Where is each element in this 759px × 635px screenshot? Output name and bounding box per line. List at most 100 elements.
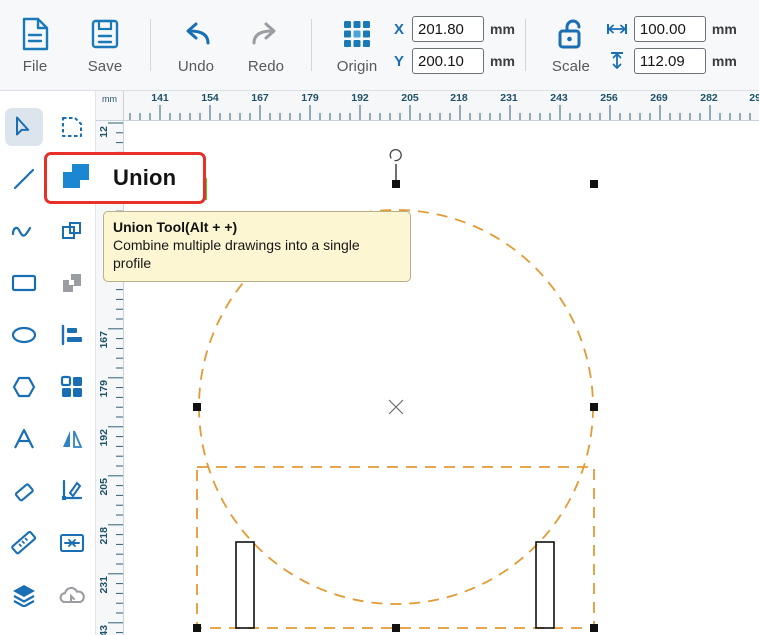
origin-button[interactable]: Origin bbox=[322, 8, 392, 82]
selection-handle[interactable] bbox=[392, 180, 400, 188]
ruler-h-label: 256 bbox=[600, 92, 618, 104]
left-slot-rect[interactable] bbox=[235, 541, 255, 629]
ruler-unit-corner: mm bbox=[96, 91, 124, 121]
subtract-icon bbox=[53, 212, 91, 250]
ruler-h-label: 295 bbox=[749, 92, 759, 104]
tooltip-title: Union Tool(Alt + +) bbox=[113, 219, 238, 235]
sidebar-item-ruler[interactable] bbox=[0, 517, 48, 569]
toolbar-separator-3 bbox=[524, 19, 526, 71]
selection-handle[interactable] bbox=[590, 180, 598, 188]
scale-group: Scale mm bbox=[536, 0, 737, 91]
right-slot-rect[interactable] bbox=[535, 541, 555, 629]
file-group: File Save bbox=[0, 0, 140, 91]
redo-button-label: Redo bbox=[247, 58, 285, 75]
floppy-disk-icon bbox=[90, 15, 120, 53]
origin-group: Origin X mm Y mm bbox=[322, 0, 515, 91]
line-icon bbox=[5, 160, 43, 198]
sidebar-item-polygon[interactable] bbox=[0, 361, 48, 413]
x-axis-label: X bbox=[393, 20, 404, 38]
height-row: mm bbox=[606, 48, 737, 74]
sidebar-item-trace-outline[interactable] bbox=[48, 101, 96, 153]
curve-icon bbox=[5, 212, 43, 250]
x-position-row: X mm bbox=[392, 16, 515, 42]
sidebar-item-layers[interactable] bbox=[0, 569, 48, 621]
sidebar-item-distribute[interactable] bbox=[48, 517, 96, 569]
selection-handle[interactable] bbox=[193, 624, 201, 632]
trace-outline-icon bbox=[53, 108, 91, 146]
cloud-icon bbox=[53, 576, 91, 614]
sidebar-item-line[interactable] bbox=[0, 153, 48, 205]
selection-handle[interactable] bbox=[590, 403, 598, 411]
measure-angle-icon bbox=[53, 472, 91, 510]
y-position-row: Y mm bbox=[392, 48, 515, 74]
union-button[interactable]: Union bbox=[44, 152, 206, 204]
undo-button-label: Undo bbox=[177, 58, 215, 75]
sidebar-item-ellipse[interactable] bbox=[0, 309, 48, 361]
sidebar-item-align[interactable] bbox=[48, 309, 96, 361]
height-unit-label: mm bbox=[711, 53, 737, 69]
ruler-icon bbox=[5, 524, 43, 562]
selection-handle[interactable] bbox=[590, 624, 598, 632]
tooltip-body: Combine multiple drawings into a single … bbox=[113, 237, 360, 271]
undo-arrow-icon bbox=[178, 15, 214, 53]
ruler-v-label: 218 bbox=[98, 527, 110, 545]
y-unit-label: mm bbox=[490, 53, 515, 69]
eraser-icon bbox=[5, 472, 43, 510]
toolbar-separator-1 bbox=[150, 19, 151, 71]
sidebar-item-select[interactable] bbox=[0, 101, 48, 153]
rotate-icon[interactable] bbox=[389, 149, 402, 162]
ruler-v-label: 205 bbox=[98, 478, 110, 496]
origin-button-label: Origin bbox=[336, 58, 378, 75]
ruler-h-label: 269 bbox=[650, 92, 668, 104]
ruler-h-label: 179 bbox=[301, 92, 319, 104]
origin-grid-icon bbox=[342, 15, 372, 53]
redo-arrow-icon bbox=[248, 15, 284, 53]
text-icon bbox=[5, 420, 43, 458]
size-fields: mm mm bbox=[606, 0, 737, 91]
horizontal-ruler[interactable]: 141 154 167 179 192 205 218 231 243 256 269 282 295 bbox=[124, 91, 759, 121]
sidebar-item-subtract[interactable] bbox=[48, 205, 96, 257]
scale-button-label: Scale bbox=[551, 58, 590, 75]
width-arrow-icon bbox=[606, 21, 628, 37]
ruler-h-label: 205 bbox=[401, 92, 419, 104]
width-unit-label: mm bbox=[711, 21, 737, 37]
sidebar-item-text[interactable] bbox=[0, 413, 48, 465]
file-button[interactable]: File bbox=[0, 8, 70, 82]
x-position-input[interactable] bbox=[412, 16, 484, 42]
selection-handle[interactable] bbox=[392, 624, 400, 632]
ruler-unit-label: mm bbox=[102, 94, 117, 104]
union-shapes-icon bbox=[61, 162, 91, 195]
height-input[interactable] bbox=[633, 48, 706, 74]
sidebar-item-measure-angle[interactable] bbox=[48, 465, 96, 517]
sidebar-item-intersect[interactable] bbox=[48, 257, 96, 309]
sidebar-item-cloud[interactable] bbox=[48, 569, 96, 621]
ruler-v-label: 231 bbox=[98, 576, 110, 594]
toolbar-separator-2 bbox=[311, 19, 312, 71]
ruler-h-label: 154 bbox=[201, 92, 219, 104]
mirror-icon bbox=[53, 420, 91, 458]
selection-handle[interactable] bbox=[193, 403, 201, 411]
ruler-h-label: 231 bbox=[500, 92, 518, 104]
center-cross-icon[interactable] bbox=[388, 399, 404, 415]
drawing-canvas[interactable] bbox=[124, 121, 759, 635]
save-button-label: Save bbox=[87, 58, 123, 75]
width-input[interactable] bbox=[633, 16, 706, 42]
ellipse-icon bbox=[5, 316, 43, 354]
unlock-padlock-icon bbox=[556, 15, 586, 53]
sidebar-item-mirror[interactable] bbox=[48, 413, 96, 465]
undo-button[interactable]: Undo bbox=[161, 8, 231, 82]
save-button[interactable]: Save bbox=[70, 8, 140, 82]
position-fields: X mm Y mm bbox=[392, 0, 515, 91]
ruler-h-label: 192 bbox=[351, 92, 369, 104]
y-position-input[interactable] bbox=[412, 48, 484, 74]
redo-button[interactable]: Redo bbox=[231, 8, 301, 82]
sidebar-item-array[interactable] bbox=[48, 361, 96, 413]
scale-lock-button[interactable]: Scale bbox=[536, 8, 606, 82]
union-button-label: Union bbox=[113, 165, 177, 190]
sidebar-item-eraser[interactable] bbox=[0, 465, 48, 517]
union-tooltip: Union Tool(Alt + +) Combine multiple dra… bbox=[103, 211, 411, 282]
sidebar-item-curve[interactable] bbox=[0, 205, 48, 257]
sidebar-item-rectangle[interactable] bbox=[0, 257, 48, 309]
ruler-v-label: 243 bbox=[98, 625, 110, 635]
ruler-v-label: 167 bbox=[98, 331, 110, 349]
